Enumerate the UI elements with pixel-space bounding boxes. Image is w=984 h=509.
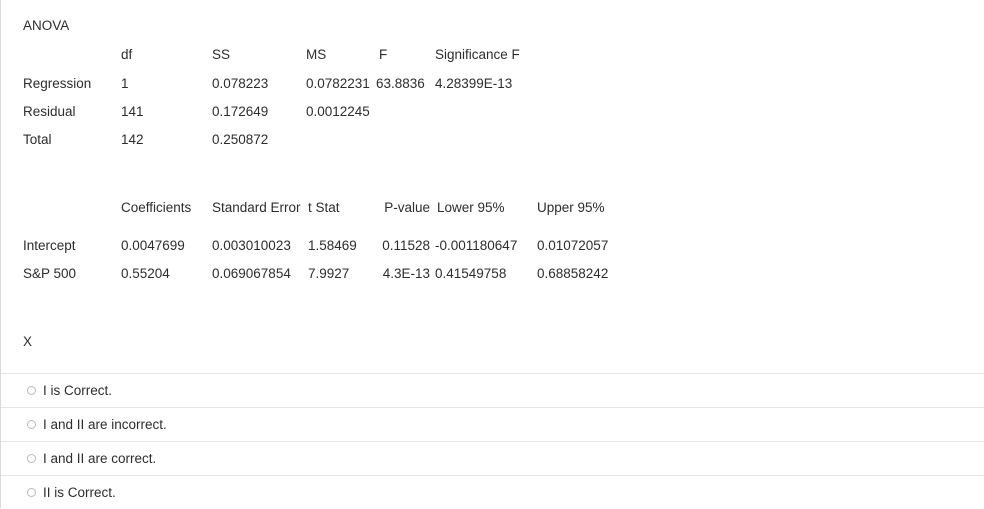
coef-cell-p-value: 4.3E-13 [382,266,430,281]
answer-option-4[interactable]: II is Correct. [1,475,984,509]
coef-cell-upper-95: 0.68858242 [537,266,609,281]
coef-row-label: Intercept [23,238,76,253]
anova-cell-ss: 0.250872 [212,132,269,147]
coef-header-standard-error: Standard Error [212,200,301,215]
coef-cell-standard-error: 0.069067854 [212,266,291,281]
anova-cell-df: 142 [121,132,144,147]
answer-option-label: II is Correct. [43,484,116,500]
anova-cell-significance-f: 4.28399E-13 [435,76,513,91]
coef-cell-standard-error: 0.003010023 [212,238,291,253]
anova-header-f: F [379,47,388,62]
answer-option-label: I is Correct. [43,382,113,398]
answer-option-1[interactable]: I is Correct. [1,373,984,407]
answer-option-3[interactable]: I and II are correct. [1,441,984,475]
coef-cell-lower-95: 0.41549758 [435,266,507,281]
answer-option-2[interactable]: I and II are incorrect. [1,407,984,441]
anova-title: ANOVA [23,18,70,33]
coef-cell-upper-95: 0.01072057 [537,238,609,253]
coef-header-coefficients: Coefficients [121,200,192,215]
radio-button-icon[interactable] [27,420,36,429]
anova-header-ss: SS [212,47,231,62]
anova-row-label: Residual [23,104,76,119]
coef-cell-coefficient: 0.0047699 [121,238,185,253]
answer-options-list: I is Correct. I and II are incorrect. I … [1,373,984,509]
coef-header-p-value: P-value [384,200,430,215]
anova-cell-ms: 0.0012245 [306,104,370,119]
coef-row-label: S&P 500 [23,266,77,281]
anova-cell-df: 1 [121,76,129,91]
anova-header-ms: MS [306,47,327,62]
anova-cell-ms: 0.0782231 [306,76,370,91]
coef-cell-lower-95: -0.001180647 [435,238,518,253]
anova-cell-ss: 0.172649 [212,104,269,119]
anova-cell-ss: 0.078223 [212,76,269,91]
anova-header-significance-f: Significance F [435,47,520,62]
answer-option-label: I and II are incorrect. [43,416,167,432]
coef-header-lower-95: Lower 95% [437,200,505,215]
regression-output: ANOVA df SS MS F Significance F Regressi… [1,0,984,300]
question-text: X [23,334,33,349]
radio-button-icon[interactable] [27,454,36,463]
question-page: ANOVA df SS MS F Significance F Regressi… [0,0,984,508]
anova-cell-df: 141 [121,104,144,119]
coef-cell-p-value: 0.11528 [382,238,430,253]
radio-button-icon[interactable] [27,386,36,395]
radio-button-icon[interactable] [27,488,36,497]
coef-cell-coefficient: 0.55204 [121,266,170,281]
answer-option-label: I and II are correct. [43,450,157,466]
anova-cell-f: 63.8836 [376,76,425,91]
anova-row-label: Regression [23,76,92,91]
anova-row-label: Total [23,132,52,147]
anova-header-df: df [121,47,133,62]
coef-header-upper-95: Upper 95% [537,200,605,215]
